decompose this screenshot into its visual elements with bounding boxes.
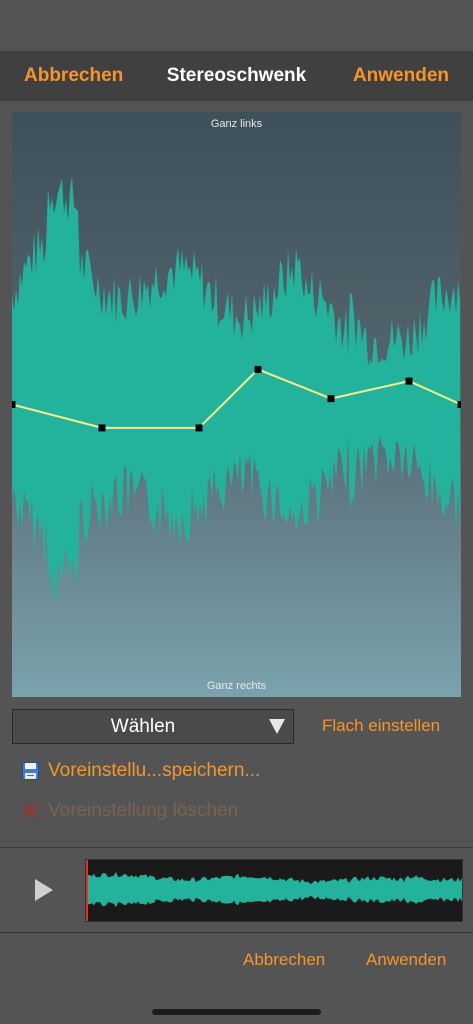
- save-preset-label: Voreinstellu...speichern...: [48, 760, 261, 781]
- floppy-disk-icon: [22, 762, 39, 780]
- pan-handle[interactable]: [254, 365, 262, 373]
- preset-select[interactable]: Wählen: [12, 709, 294, 744]
- far-left-label: Ganz links: [210, 118, 263, 130]
- pan-handle[interactable]: [98, 424, 106, 432]
- home-indicator: [152, 1009, 321, 1015]
- play-icon[interactable]: [34, 878, 54, 902]
- pan-handle[interactable]: [327, 395, 335, 403]
- nav-bar: Abbrechen Stereoschwenk Anwenden: [0, 51, 473, 101]
- footer-apply-button[interactable]: Anwenden: [366, 950, 446, 970]
- overview-waveform[interactable]: [85, 859, 463, 922]
- preset-select-label: Wählen: [110, 716, 176, 737]
- triangle-down-icon: [269, 719, 285, 734]
- divider: [0, 932, 473, 933]
- delete-preset-label: Voreinstellung löschen: [48, 800, 239, 821]
- pan-handle[interactable]: [12, 401, 16, 408]
- overview-wave: [86, 871, 462, 908]
- apply-button[interactable]: Anwenden: [353, 65, 449, 87]
- far-right-label: Ganz rechts: [206, 680, 267, 692]
- save-preset-button[interactable]: Voreinstellu...speichern...: [22, 758, 322, 788]
- overview-canvas: [86, 860, 462, 921]
- red-x-icon: [23, 803, 38, 818]
- pan-handle[interactable]: [195, 424, 203, 432]
- pan-editor-canvas: [12, 112, 461, 697]
- divider: [0, 847, 473, 848]
- flatten-button[interactable]: Flach einstellen: [322, 716, 440, 736]
- pan-editor[interactable]: Ganz links Ganz rechts: [12, 112, 461, 697]
- cancel-button[interactable]: Abbrechen: [24, 65, 123, 87]
- pan-handle[interactable]: [405, 377, 413, 385]
- pan-handle[interactable]: [457, 401, 462, 408]
- delete-preset-button[interactable]: Voreinstellung löschen: [22, 798, 322, 828]
- footer-cancel-button[interactable]: Abbrechen: [243, 950, 325, 970]
